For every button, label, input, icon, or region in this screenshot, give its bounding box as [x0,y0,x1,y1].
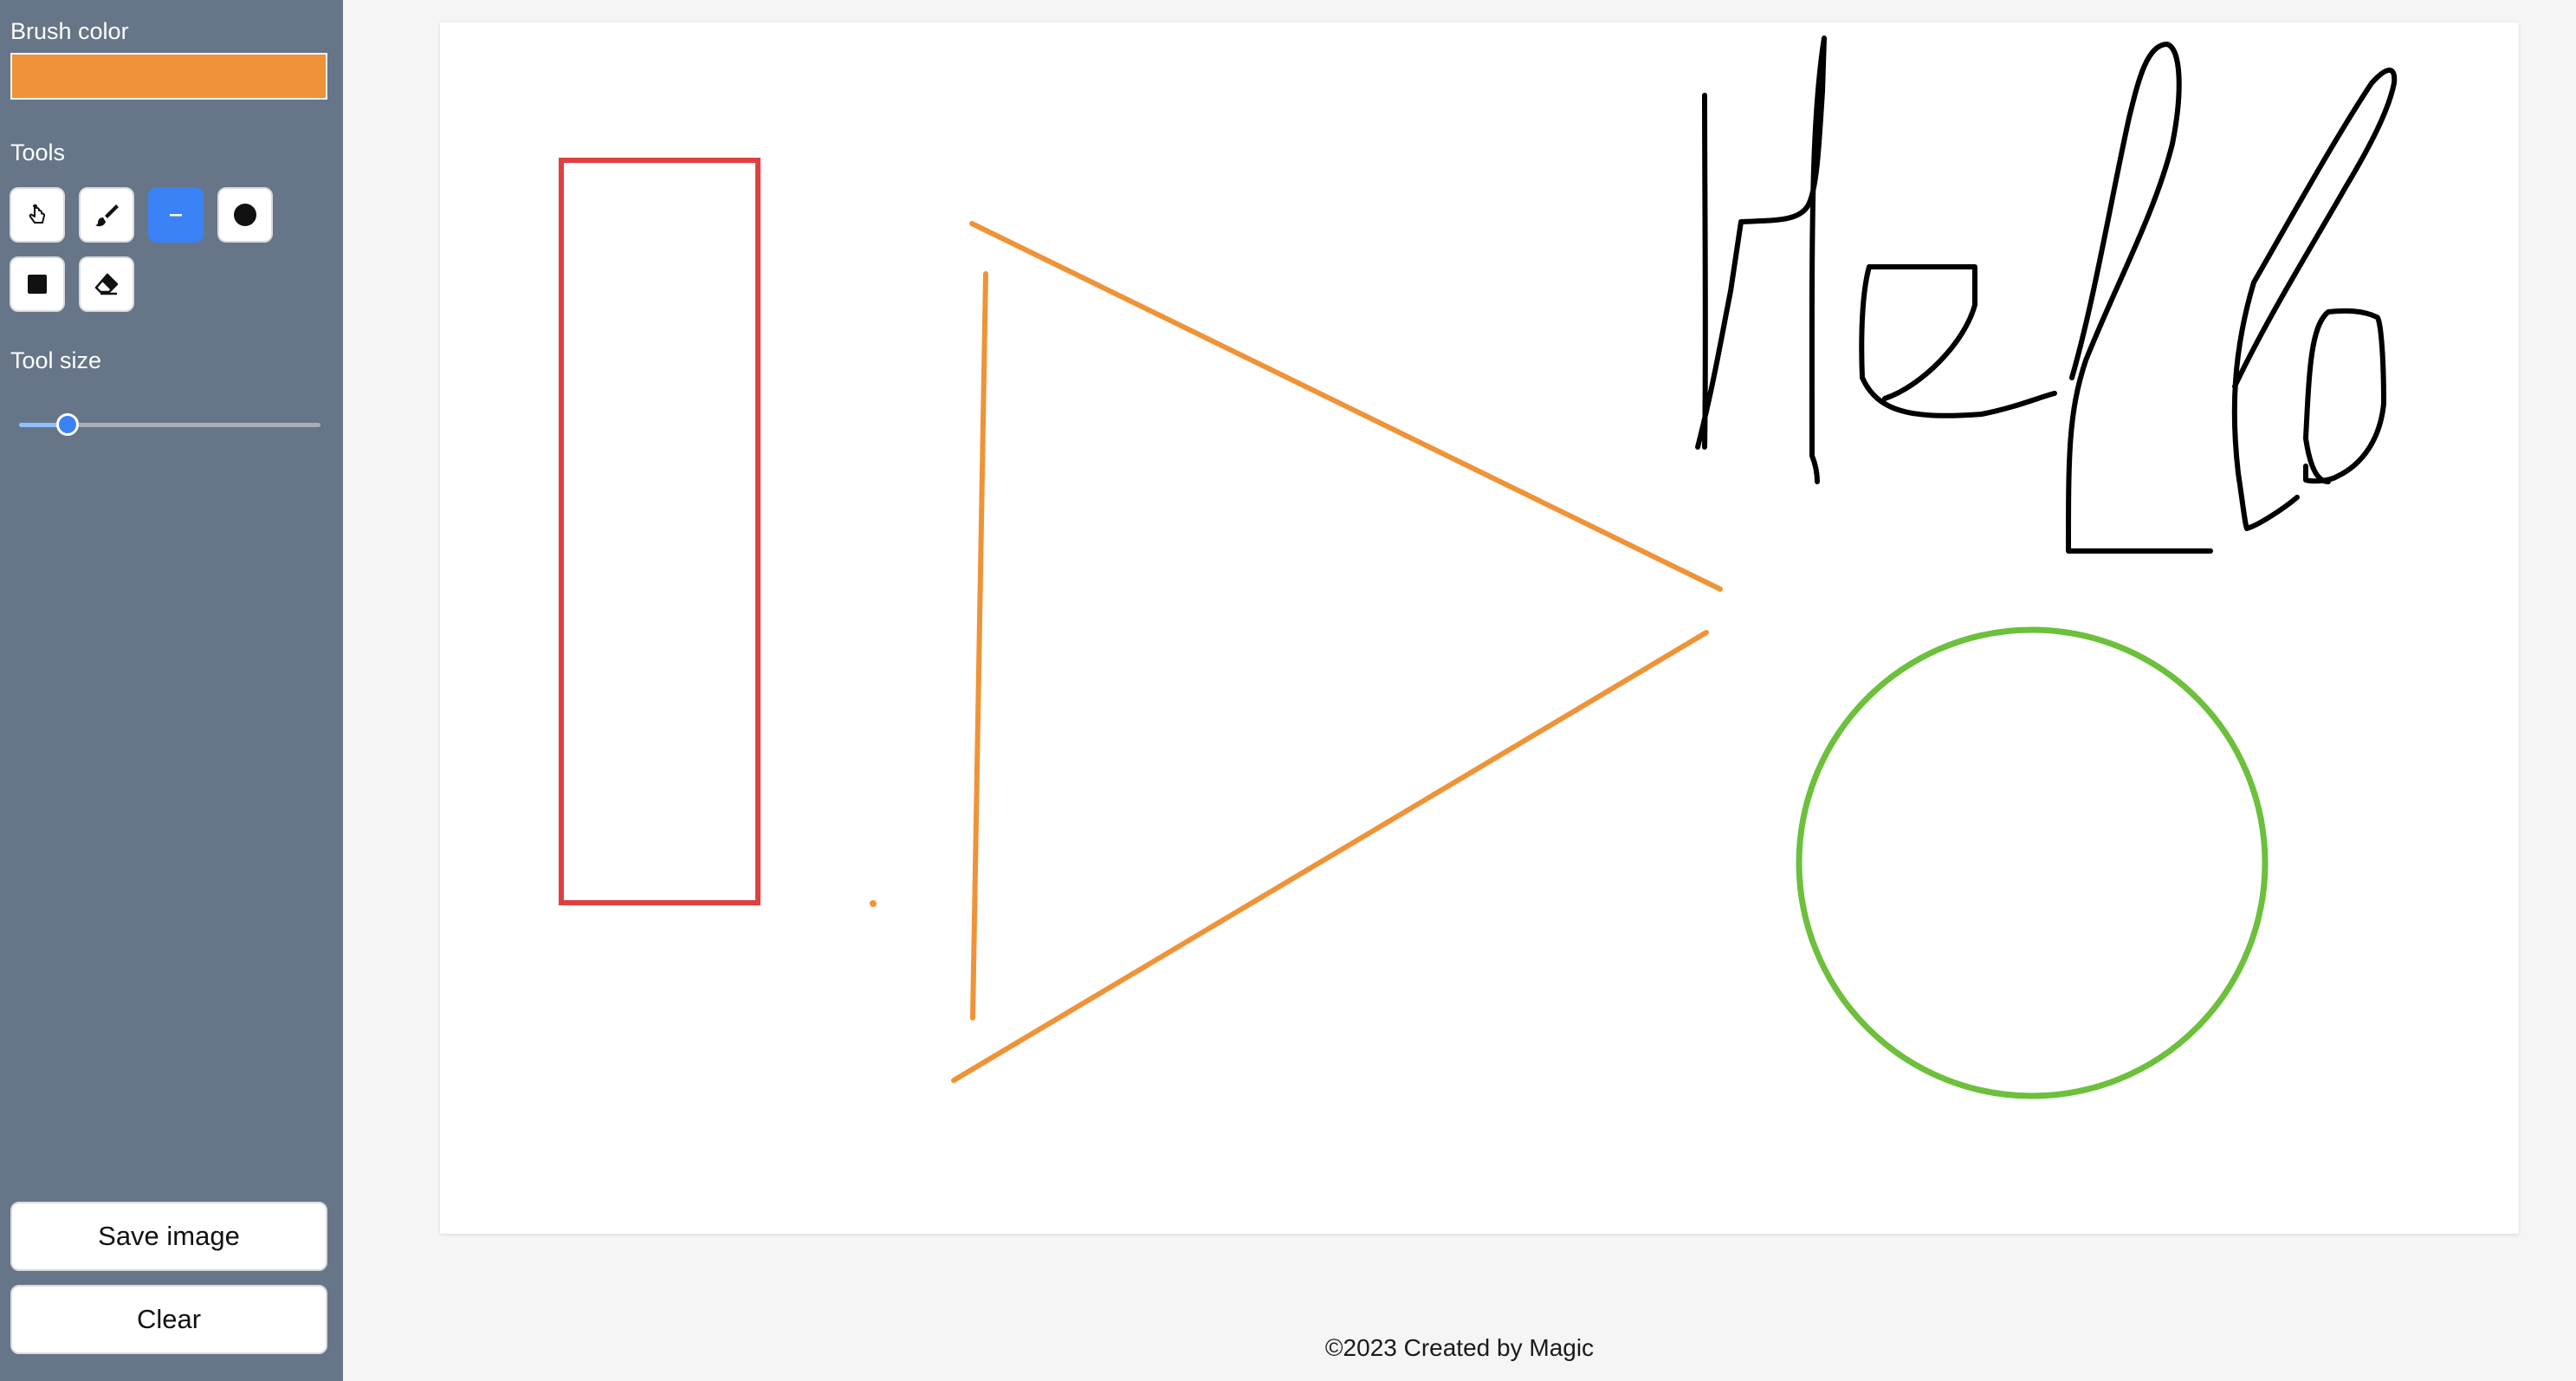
sidebar: Brush color Tools Tool size Save image C… [0,0,343,1381]
handwritten-hello [1695,36,2398,554]
drawn-rectangle [559,158,761,905]
square-icon [28,275,47,294]
hello-letter-o [2303,308,2386,484]
brush-color-label: Brush color [10,18,129,44]
hello-letter-l-second [2231,68,2398,531]
hello-letter-e [1859,263,2057,418]
canvas-drawing [559,36,2398,1099]
drawing-app: Brush color Tools Tool size Save image C… [0,0,2576,1381]
triangle-left-edge [970,271,988,1021]
hello-letter-l-first [2066,42,2213,554]
hello-letter-h-left [1695,36,1827,484]
footer: ©2023 Created by Magic [1324,1334,1595,1361]
clear-button[interactable]: Clear [10,1285,327,1354]
drawing-canvas[interactable] [440,23,2519,1234]
tool-size-label: Tool size [10,347,102,373]
brush-tool-button[interactable] [79,187,134,243]
slider-thumb[interactable] [55,413,79,436]
line-icon [170,214,182,217]
save-image-button[interactable]: Save image [10,1202,327,1271]
triangle-bottom-edge [951,630,1709,1083]
brush-icon [95,204,119,227]
tools-label: Tools [10,139,66,165]
drawn-circle [1796,626,2269,1099]
line-tool-button[interactable] [148,187,204,243]
select-tool-button[interactable] [10,187,65,243]
rectangle-tool-button[interactable] [10,256,65,312]
orange-dot [870,900,877,907]
drawn-triangle [870,221,1723,1083]
brush-color-swatch[interactable] [10,53,327,100]
circle-icon [234,204,256,226]
tool-size-slider[interactable] [19,411,320,438]
triangle-top-edge [969,221,1723,592]
eraser-tool-button[interactable] [79,256,134,312]
circle-tool-button[interactable] [217,187,273,243]
hand-pointer-icon [29,204,46,224]
eraser-icon [94,273,119,295]
